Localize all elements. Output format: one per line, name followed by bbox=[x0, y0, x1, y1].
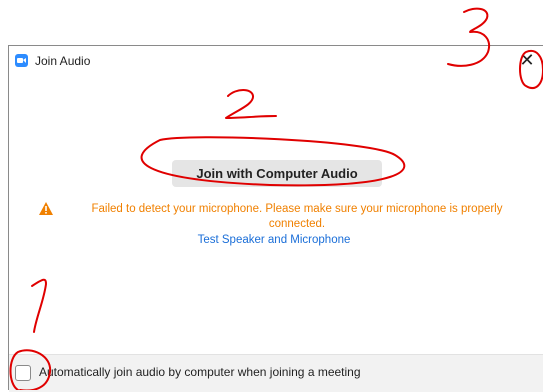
join-computer-audio-button[interactable]: Join with Computer Audio bbox=[172, 160, 382, 187]
footer-bar: Automatically join audio by computer whe… bbox=[9, 354, 543, 392]
warning-text: Failed to detect your microphone. Please… bbox=[91, 203, 503, 230]
test-speaker-microphone-link[interactable]: Test Speaker and Microphone bbox=[109, 234, 439, 246]
auto-join-checkbox[interactable] bbox=[15, 365, 31, 381]
join-audio-dialog: Join Audio ✕ Join with Computer Audio Fa… bbox=[8, 45, 543, 392]
zoom-app-icon bbox=[15, 54, 28, 67]
dialog-title: Join Audio bbox=[35, 54, 91, 68]
warning-icon bbox=[39, 202, 53, 215]
auto-join-label[interactable]: Automatically join audio by computer whe… bbox=[39, 365, 361, 379]
title-bar: Join Audio ✕ bbox=[9, 46, 543, 76]
close-icon[interactable]: ✕ bbox=[517, 51, 537, 71]
